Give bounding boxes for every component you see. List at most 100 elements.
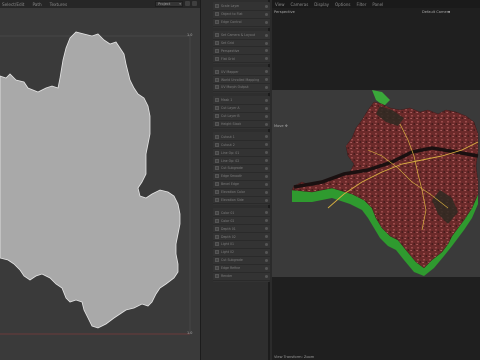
layer-visibility-icon[interactable] [215,198,219,203]
menu-display[interactable]: Display [314,2,329,7]
layer-visibility-icon[interactable] [215,150,219,155]
camera-name-label[interactable]: Default Camera [422,10,450,14]
layer-visibility-icon[interactable] [215,234,219,239]
layer-visibility-icon[interactable] [215,56,219,61]
layer-status-icon [265,122,268,126]
menu-options[interactable]: Options [335,2,350,7]
layer-visibility-icon[interactable] [215,48,219,53]
layer-status-icon [265,70,268,74]
layer-visibility-icon[interactable] [215,142,219,147]
layer-status-icon [265,211,268,215]
layer-status-icon [265,78,268,82]
layer-visibility-icon[interactable] [215,166,219,171]
layer-visibility-icon[interactable] [215,258,219,263]
layer-row[interactable]: UV Mapper [213,68,270,77]
layer-row[interactable]: Height Stack [213,121,270,129]
layer-visibility-icon[interactable] [215,106,219,111]
layer-status-icon [265,274,268,278]
uv-canvas[interactable]: 1.0 1.0 [0,8,200,360]
grid-toggle-icon[interactable] [185,1,190,6]
move-tool-label[interactable]: Move ✥ [274,124,288,128]
layer-visibility-icon[interactable] [215,190,219,195]
layer-visibility-icon[interactable] [215,69,219,74]
menu-cameras[interactable]: Cameras [291,2,309,7]
layer-visibility-icon[interactable] [215,242,219,247]
layer-row[interactable]: Light 02 [213,249,270,257]
layer-row[interactable]: Cut Layer B [213,113,270,121]
menu-textures[interactable]: Textures [50,2,68,7]
layer-row[interactable]: World Unrolled Mapping [213,76,270,85]
layer-row[interactable]: Cutout 2 [213,141,270,150]
layer-row[interactable]: Light 01 [213,241,270,249]
menu-filter[interactable]: Filter [356,2,366,7]
layer-label: Light 02 [221,250,235,255]
layer-row[interactable]: Bevel Edge [213,181,270,189]
layer-row[interactable]: Edge Control [213,19,270,27]
layer-visibility-icon[interactable] [215,41,219,45]
layer-label: Line Op: 02 [221,158,240,163]
layer-row[interactable]: Perspective [213,47,270,56]
layer-row[interactable]: Depth 02 [213,233,270,242]
layer-row[interactable]: Line Op: 01 [213,149,270,158]
layer-visibility-icon[interactable] [215,218,219,223]
camera-menu-icon[interactable]: ▾ [448,10,450,14]
layer-row[interactable]: Elevation Color [213,189,270,197]
layer-visibility-icon[interactable] [215,182,219,187]
layer-visibility-icon[interactable] [215,98,219,103]
layer-row[interactable]: Line Op: 02 [213,157,270,166]
layer-row[interactable]: Object to Flat [213,11,270,19]
layer-visibility-icon[interactable] [215,174,219,179]
layer-status-icon [265,135,268,139]
layer-visibility-icon[interactable] [215,12,219,17]
layer-label: Color 02 [221,218,235,223]
layer-row[interactable]: Scale Layer [213,3,270,11]
city-map-silhouette[interactable] [0,31,181,329]
layer-label: Cutout 2 [221,142,235,147]
layer-visibility-icon[interactable] [215,210,219,215]
layer-status-icon [265,266,268,270]
viewport-scene[interactable] [272,90,480,277]
layer-status-icon [265,151,268,155]
layer-row[interactable]: Depth 01 [213,225,270,234]
layer-row[interactable]: UV Morph Output [213,84,270,92]
layer-visibility-icon[interactable] [215,122,219,127]
layer-row[interactable]: Elevation Side [213,197,270,205]
layer-row[interactable]: Cut Layer A [213,105,270,113]
layer-visibility-icon[interactable] [215,134,219,139]
menu-view[interactable]: View [275,2,285,7]
layer-visibility-icon[interactable] [215,4,219,9]
chevron-down-icon: ▾ [179,2,181,6]
menu-panel[interactable]: Panel [372,2,383,7]
menu-select-edit[interactable]: Select/Edit [2,2,24,7]
layer-visibility-icon[interactable] [215,158,219,163]
layer-label: Depth 02 [221,234,236,239]
layer-row[interactable]: Flat Grid [213,55,270,64]
layer-visibility-icon[interactable] [215,274,219,279]
layer-status-icon [265,143,268,147]
layer-row[interactable]: Cut Subgrade [213,257,270,265]
layer-row[interactable]: Render [213,273,270,281]
layer-visibility-icon[interactable] [215,20,219,25]
layer-row[interactable]: Set Camera & Layout [213,32,270,40]
layer-visibility-icon[interactable] [215,85,219,90]
layer-row[interactable]: Edge Smooth [213,173,270,181]
settings-icon[interactable] [192,1,197,6]
layer-visibility-icon[interactable] [215,250,219,255]
menu-path[interactable]: Path [32,2,41,7]
layer-row[interactable]: Cutout 1 [213,133,270,142]
layer-row[interactable]: Mask 1 [213,97,270,105]
layer-row[interactable]: Edge Refine [213,265,270,273]
project-dropdown[interactable]: Project ▾ [155,1,183,7]
layer-label: Cut Layer A [221,106,240,111]
layer-row[interactable]: Cut Subgrade [213,165,270,173]
layer-visibility-icon[interactable] [215,77,219,82]
layer-visibility-icon[interactable] [215,114,219,119]
layer-status-icon [265,219,268,223]
layer-label: Edge Smooth [221,174,243,179]
layer-row[interactable]: Color 02 [213,217,270,226]
layer-row[interactable]: Set Grid [213,40,270,48]
layer-row[interactable]: Color 01 [213,209,270,218]
layer-visibility-icon[interactable] [215,226,219,231]
layer-visibility-icon[interactable] [215,266,219,271]
layer-visibility-icon[interactable] [215,33,219,38]
